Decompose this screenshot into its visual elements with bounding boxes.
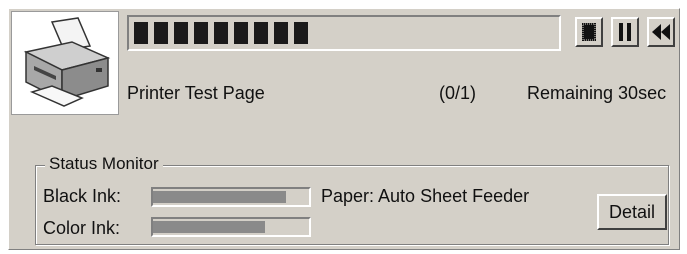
pause-icon <box>619 23 631 41</box>
black-ink-level-bar <box>151 187 311 207</box>
print-status-window: Printer Test Page (0/1) Remaining 30sec … <box>8 8 680 250</box>
color-ink-level-fill <box>153 221 266 233</box>
job-title: Printer Test Page <box>127 83 265 103</box>
job-count: (0/1) <box>439 83 477 103</box>
print-progress-bar <box>127 15 561 51</box>
progress-segment <box>154 22 168 44</box>
printer-image-panel <box>11 11 119 115</box>
status-monitor-title: Status Monitor <box>45 154 163 174</box>
progress-segment <box>134 22 148 44</box>
rewind-icon <box>652 24 670 40</box>
stop-button[interactable] <box>575 17 603 47</box>
rewind-button[interactable] <box>647 17 675 47</box>
progress-fill-area <box>132 20 556 46</box>
black-ink-label: Black Ink: <box>43 186 122 206</box>
printer-icon <box>23 17 111 107</box>
progress-segment <box>214 22 228 44</box>
stop-icon <box>582 23 596 41</box>
progress-segment <box>194 22 208 44</box>
pause-button[interactable] <box>611 17 639 47</box>
paper-source: Paper: Auto Sheet Feeder <box>321 186 530 206</box>
progress-segment <box>234 22 248 44</box>
progress-segment <box>254 22 268 44</box>
progress-segment <box>294 22 308 44</box>
progress-segment <box>174 22 188 44</box>
job-remaining-time: Remaining 30sec <box>527 83 667 103</box>
detail-button[interactable]: Detail <box>597 194 667 230</box>
progress-segment <box>274 22 288 44</box>
black-ink-level-fill <box>153 191 286 203</box>
color-ink-level-bar <box>151 217 311 237</box>
color-ink-label: Color Ink: <box>43 218 121 238</box>
